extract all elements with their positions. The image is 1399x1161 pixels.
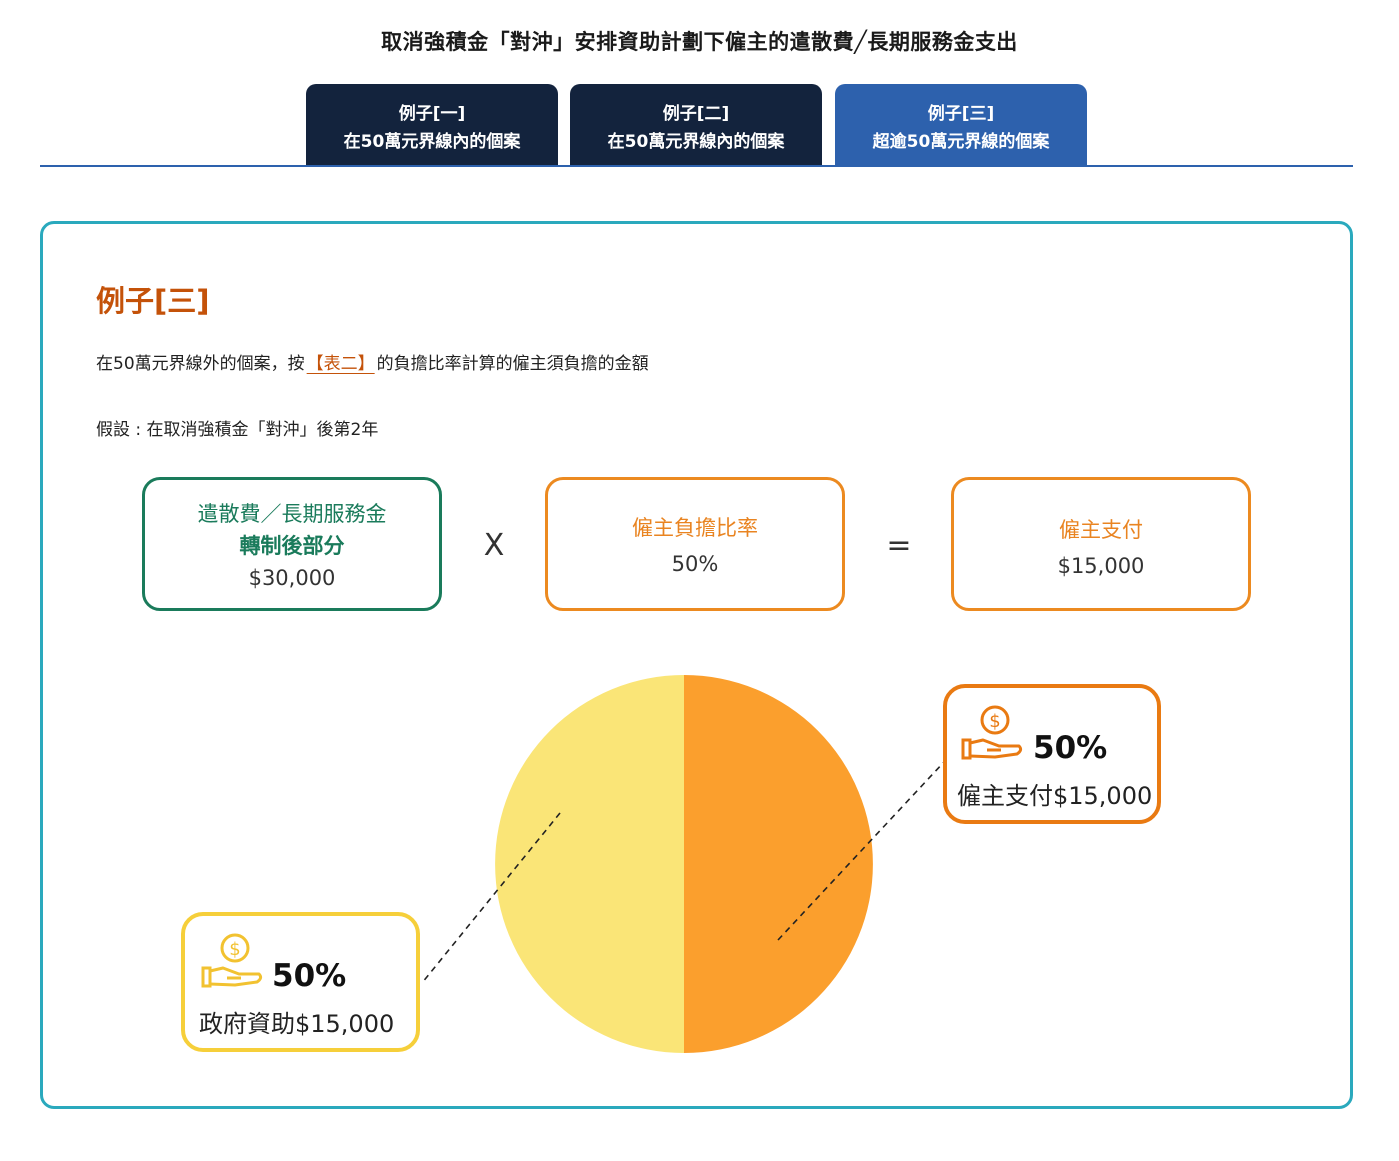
svg-text:$: $: [989, 711, 1000, 732]
callout-government: $ 50% 政府資助$15,000: [181, 912, 420, 1052]
employer-label: 僱主支付$15,000: [957, 782, 1153, 810]
employer-percent: 50%: [1033, 730, 1108, 766]
callout-employer: $ 50% 僱主支付$15,000: [943, 684, 1161, 824]
hand-coin-icon: $: [961, 705, 1023, 760]
pie-slice-government: [495, 675, 684, 1053]
pie-slice-employer: [684, 675, 873, 1053]
svg-text:$: $: [229, 939, 240, 960]
government-label: 政府資助$15,000: [199, 1010, 395, 1038]
government-percent: 50%: [272, 958, 347, 994]
hand-coin-icon: $: [201, 933, 263, 988]
